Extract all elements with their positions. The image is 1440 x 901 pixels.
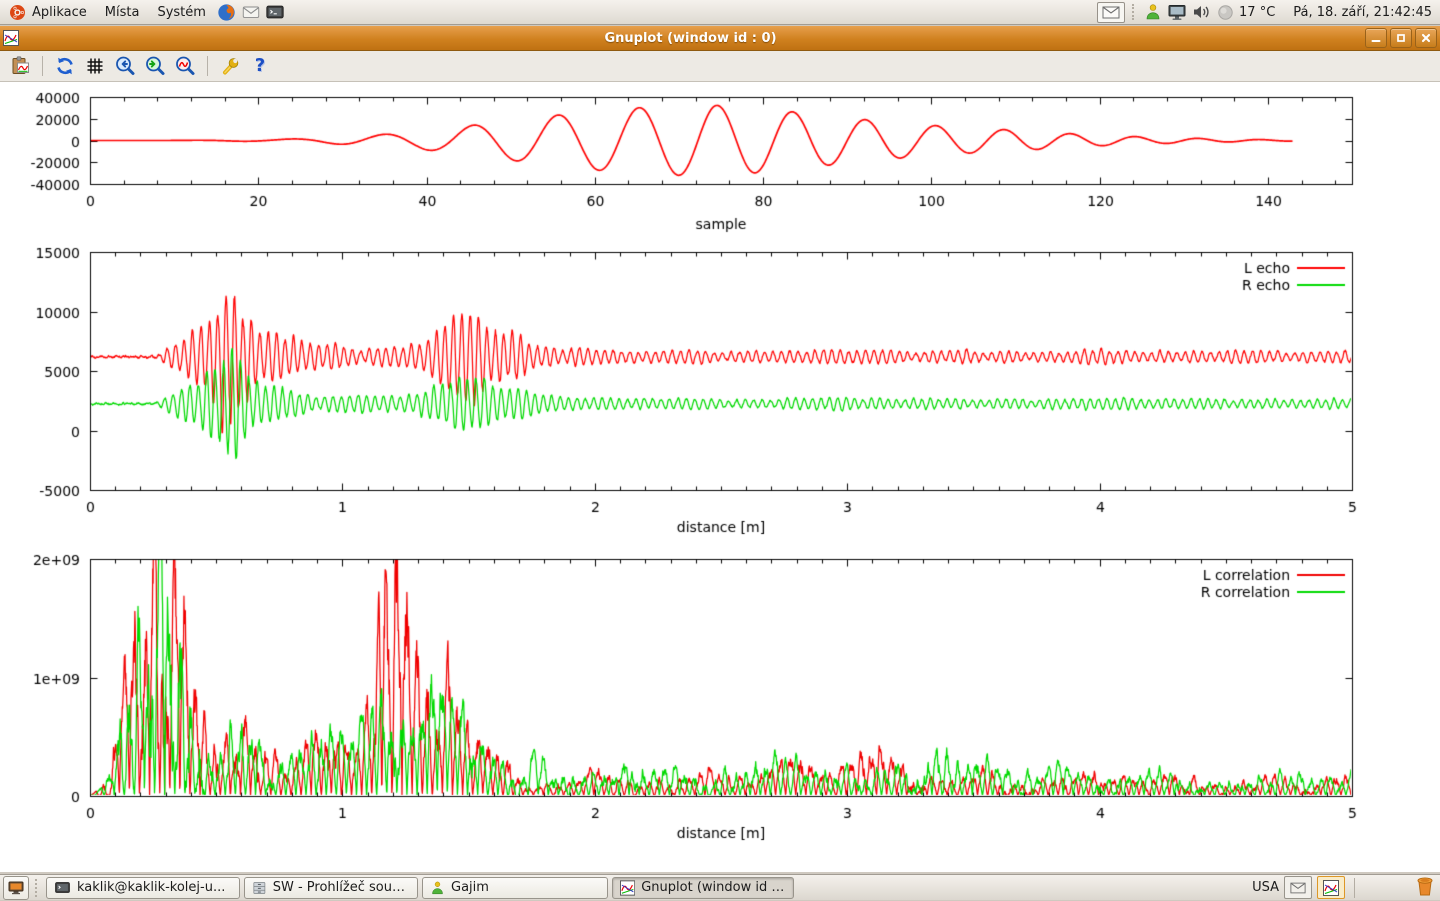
task-button-gajim[interactable]: Gajim bbox=[422, 877, 608, 899]
help-icon: ? bbox=[255, 57, 265, 75]
zoom-previous-button[interactable] bbox=[111, 53, 139, 79]
autoscale-icon bbox=[174, 55, 196, 77]
zoom-previous-icon bbox=[114, 55, 136, 77]
show-desktop-button[interactable] bbox=[3, 876, 29, 900]
gnuplot-window-icon[interactable] bbox=[3, 30, 19, 46]
close-button[interactable] bbox=[1415, 28, 1437, 48]
ubuntu-logo-icon bbox=[9, 4, 26, 21]
keyboard-layout-indicator[interactable]: USA bbox=[1252, 880, 1279, 895]
envelope-icon bbox=[241, 3, 261, 21]
volume-icon[interactable] bbox=[1192, 4, 1212, 20]
minimize-icon bbox=[1370, 32, 1382, 44]
file-manager-icon bbox=[252, 880, 267, 896]
plot-sample-waveform-canvas[interactable] bbox=[0, 89, 1440, 239]
menu-applications[interactable]: Aplikace bbox=[0, 0, 96, 24]
plot-correlation-canvas[interactable] bbox=[0, 551, 1440, 851]
taskbar-separator bbox=[1354, 878, 1355, 898]
copy-plot-icon bbox=[9, 55, 31, 77]
trash-icon bbox=[1415, 875, 1435, 897]
taskbar-right-cluster: USA bbox=[1252, 875, 1437, 901]
clock-applet[interactable]: Pá, 18. září, 21:42:45 bbox=[1293, 5, 1432, 20]
task-button-file-manager[interactable]: SW - Prohlížeč souborů bbox=[244, 877, 418, 899]
gnome-taskbar: kaklik@kaklik-kolej-u... SW - Prohlížeč … bbox=[0, 874, 1440, 900]
task-label: Gnuplot (window id : 0) bbox=[641, 880, 786, 895]
replot-button[interactable] bbox=[51, 53, 79, 79]
envelope-icon bbox=[1290, 882, 1306, 894]
gnuplot-icon bbox=[1323, 880, 1339, 896]
mail-notification-tray[interactable] bbox=[1097, 2, 1125, 23]
task-label: Gajim bbox=[451, 880, 489, 895]
menu-places[interactable]: Místa bbox=[96, 0, 149, 24]
configure-button[interactable] bbox=[216, 53, 244, 79]
terminal-launcher[interactable] bbox=[263, 0, 287, 24]
mail-tray-button[interactable] bbox=[1284, 876, 1312, 899]
email-launcher[interactable] bbox=[239, 0, 263, 24]
zoom-next-icon bbox=[144, 55, 166, 77]
wrench-icon bbox=[219, 55, 241, 77]
display-icon[interactable] bbox=[1167, 4, 1187, 21]
grid-icon bbox=[84, 55, 106, 77]
task-button-gnuplot[interactable]: Gnuplot (window id : 0) bbox=[612, 877, 794, 899]
gnuplot-titlebar[interactable]: Gnuplot (window id : 0) bbox=[0, 26, 1440, 51]
zoom-next-button[interactable] bbox=[141, 53, 169, 79]
task-label: SW - Prohlížeč souborů bbox=[273, 880, 410, 895]
task-button-terminal[interactable]: kaklik@kaklik-kolej-u... bbox=[46, 877, 240, 899]
minimize-button[interactable] bbox=[1365, 28, 1387, 48]
refresh-icon bbox=[54, 55, 76, 77]
menu-system[interactable]: Systém bbox=[148, 0, 214, 24]
temperature-label[interactable]: 17 °C bbox=[1239, 5, 1275, 20]
firefox-launcher[interactable] bbox=[215, 0, 239, 24]
firefox-icon bbox=[217, 3, 236, 22]
menu-system-label: Systém bbox=[157, 5, 205, 20]
toolbar-separator bbox=[42, 56, 43, 76]
show-desktop-icon bbox=[8, 881, 24, 895]
gnuplot-window-selector-button[interactable] bbox=[1317, 876, 1345, 899]
autoscale-button[interactable] bbox=[171, 53, 199, 79]
gnuplot-plot-area bbox=[0, 82, 1440, 872]
toggle-grid-button[interactable] bbox=[81, 53, 109, 79]
gnuplot-window: Gnuplot (window id : 0) bbox=[0, 26, 1440, 872]
plot-echo-canvas[interactable] bbox=[0, 244, 1440, 544]
trash-applet[interactable] bbox=[1415, 875, 1435, 901]
copy-to-clipboard-button[interactable] bbox=[6, 53, 34, 79]
maximize-button[interactable] bbox=[1390, 28, 1412, 48]
weather-icon[interactable] bbox=[1217, 4, 1234, 21]
gajim-icon bbox=[430, 880, 445, 896]
menu-places-label: Místa bbox=[105, 5, 140, 20]
toolbar-separator bbox=[207, 56, 208, 76]
user-status-icon[interactable] bbox=[1144, 3, 1162, 21]
task-label: kaklik@kaklik-kolej-u... bbox=[77, 880, 225, 895]
gnome-top-panel: Aplikace Místa Systém bbox=[0, 0, 1440, 25]
tray-separator bbox=[1132, 4, 1137, 20]
terminal-icon bbox=[54, 880, 71, 895]
gnuplot-toolbar: ? bbox=[0, 51, 1440, 82]
taskbar-separator bbox=[35, 879, 40, 897]
close-icon bbox=[1420, 32, 1432, 44]
maximize-icon bbox=[1395, 32, 1407, 44]
mail-notification-icon bbox=[1102, 6, 1120, 19]
system-tray: 17 °C Pá, 18. září, 21:42:45 bbox=[1097, 2, 1440, 23]
menu-applications-label: Aplikace bbox=[32, 5, 87, 20]
gnuplot-icon bbox=[620, 880, 635, 896]
help-button[interactable]: ? bbox=[246, 53, 274, 79]
terminal-icon bbox=[265, 3, 285, 21]
window-title: Gnuplot (window id : 0) bbox=[19, 31, 1362, 46]
